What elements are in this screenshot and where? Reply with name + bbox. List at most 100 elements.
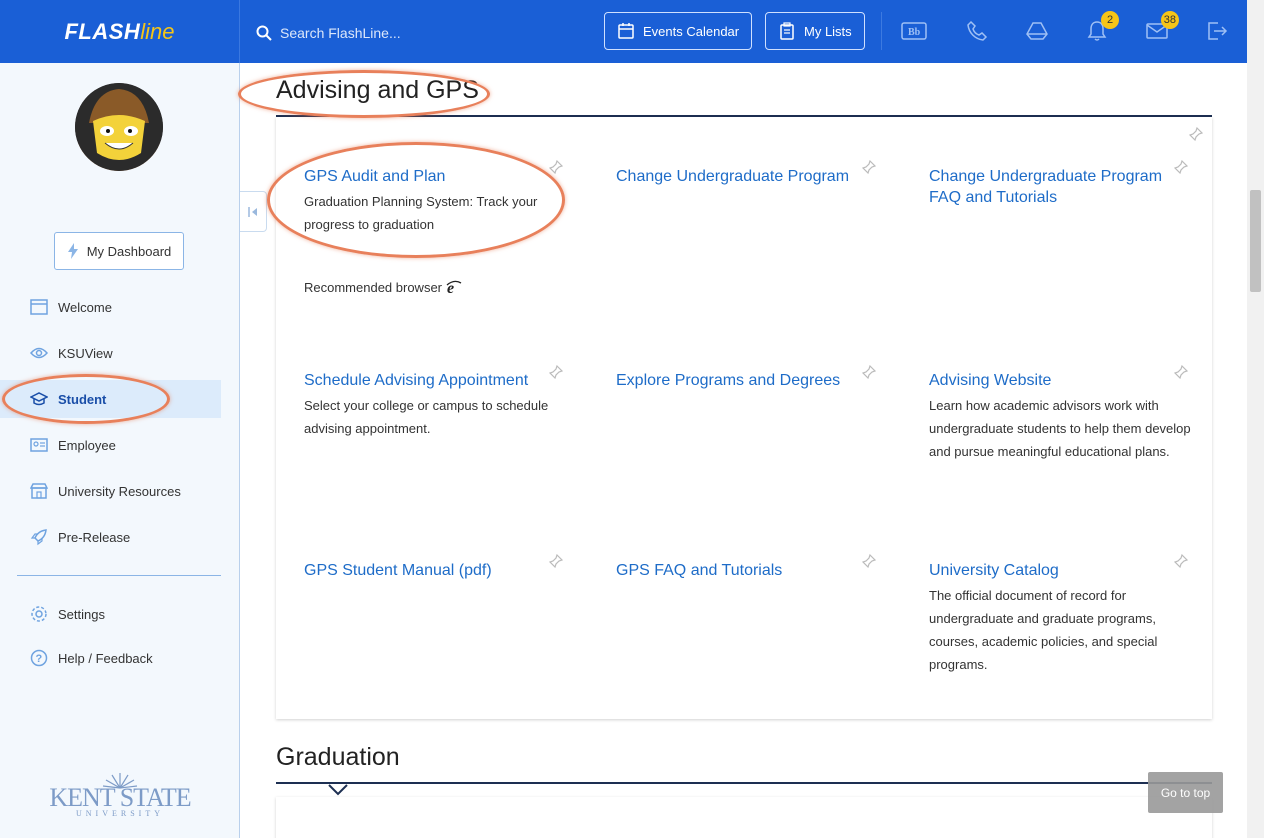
- graduation-card: [276, 797, 1212, 838]
- my-lists-label: My Lists: [804, 23, 852, 39]
- sidebar-divider: [17, 575, 221, 576]
- sidebar-item-label: Welcome: [58, 299, 112, 315]
- tile-description: Learn how academic advisors work with un…: [929, 398, 1191, 459]
- my-lists-button[interactable]: My Lists: [765, 12, 865, 50]
- go-to-top-button[interactable]: Go to top: [1148, 772, 1223, 813]
- sidebar-item-employee[interactable]: Employee: [0, 426, 221, 464]
- tile-link[interactable]: Change Undergraduate Program FAQ and Tut…: [929, 166, 1179, 208]
- sidebar-item-pre-release[interactable]: Pre-Release: [0, 518, 221, 556]
- section-divider: [276, 782, 1212, 784]
- tile-link[interactable]: Explore Programs and Degrees: [616, 370, 866, 391]
- search-input[interactable]: [280, 25, 560, 41]
- sidebar-item-ksuview[interactable]: KSUView: [0, 334, 221, 372]
- clipboard-icon: [780, 22, 794, 40]
- events-calendar-label: Events Calendar: [643, 23, 740, 39]
- flashline-logo[interactable]: FLASH line: [0, 0, 240, 63]
- brand-part2: line: [140, 18, 175, 44]
- pin-icon[interactable]: [1174, 365, 1188, 379]
- scrollbar-thumb[interactable]: [1250, 190, 1261, 292]
- sidebar-item-university-resources[interactable]: University Resources: [0, 472, 221, 510]
- pin-icon[interactable]: [862, 365, 876, 379]
- internet-explorer-icon: e: [446, 280, 462, 295]
- tile-link[interactable]: University Catalog: [929, 560, 1191, 581]
- section-title-advising: Advising and GPS: [276, 76, 479, 104]
- logout-icon[interactable]: [1203, 17, 1231, 45]
- blackboard-icon[interactable]: Bb: [900, 17, 928, 45]
- tile-link[interactable]: Change Undergraduate Program: [616, 166, 876, 187]
- browser-window-icon: [30, 299, 48, 315]
- sidebar-item-label: Help / Feedback: [58, 650, 153, 666]
- pin-icon[interactable]: [549, 365, 563, 379]
- tile-change-program: Change Undergraduate Program: [616, 166, 876, 187]
- tile-gps-manual: GPS Student Manual (pdf): [304, 560, 574, 581]
- drive-icon[interactable]: [1023, 17, 1051, 45]
- pin-icon[interactable]: [862, 554, 876, 568]
- tile-university-catalog: University Catalog The official document…: [929, 560, 1191, 676]
- tile-schedule-advising: Schedule Advising Appointment Select you…: [304, 370, 574, 440]
- notifications-bell-icon[interactable]: 2: [1083, 11, 1119, 45]
- storefront-icon: [30, 483, 48, 499]
- lightning-icon: [67, 243, 78, 259]
- calendar-icon: [618, 23, 634, 39]
- avatar[interactable]: [75, 83, 163, 171]
- sidebar-item-student[interactable]: Student: [0, 380, 221, 418]
- tile-link[interactable]: GPS Student Manual (pdf): [304, 560, 574, 581]
- tile-gps-faq: GPS FAQ and Tutorials: [616, 560, 866, 581]
- gear-icon: [31, 606, 47, 622]
- toolbar-divider: [881, 12, 882, 50]
- sidebar-item-label: Pre-Release: [58, 529, 131, 545]
- tile-description: The official document of record for unde…: [929, 588, 1158, 672]
- search-box: [256, 20, 576, 46]
- mail-icon[interactable]: 38: [1143, 11, 1179, 45]
- recommended-browser: Recommended browser e: [304, 279, 462, 295]
- tile-link[interactable]: Advising Website: [929, 370, 1191, 391]
- sidebar: My Dashboard Welcome KSUView Student Emp…: [0, 63, 240, 838]
- caret-down-icon: [328, 784, 348, 796]
- rocket-icon: [30, 529, 47, 546]
- sidebar-item-welcome[interactable]: Welcome: [0, 288, 221, 326]
- notifications-badge: 2: [1101, 11, 1119, 29]
- pin-icon[interactable]: [1189, 127, 1203, 141]
- my-dashboard-button[interactable]: My Dashboard: [54, 232, 184, 270]
- tile-link[interactable]: GPS FAQ and Tutorials: [616, 560, 866, 581]
- svg-text:?: ?: [36, 653, 43, 665]
- events-calendar-button[interactable]: Events Calendar: [604, 12, 753, 50]
- eye-icon: [30, 347, 48, 359]
- tile-advising-website: Advising Website Learn how academic advi…: [929, 370, 1191, 463]
- tile-link[interactable]: Schedule Advising Appointment: [304, 370, 574, 391]
- phone-icon[interactable]: [963, 17, 991, 45]
- pin-icon[interactable]: [549, 554, 563, 568]
- recommended-browser-label: Recommended browser: [304, 279, 443, 295]
- tile-gps-audit: GPS Audit and Plan Graduation Planning S…: [304, 166, 574, 236]
- tile-change-program-faq: Change Undergraduate Program FAQ and Tut…: [929, 166, 1179, 208]
- sidebar-item-label: Employee: [58, 437, 116, 453]
- tile-explore-programs: Explore Programs and Degrees: [616, 370, 866, 391]
- sidebar-item-settings[interactable]: Settings: [0, 595, 221, 633]
- scrollbar-track[interactable]: [1247, 0, 1264, 838]
- sidebar-item-label: Student: [58, 391, 107, 407]
- collapse-sidebar-button[interactable]: [240, 191, 267, 232]
- brand-part1: FLASH: [64, 18, 141, 44]
- sidebar-item-label: University Resources: [58, 483, 181, 499]
- sidebar-item-help-feedback[interactable]: ? Help / Feedback: [0, 639, 221, 677]
- id-card-icon: [30, 438, 48, 452]
- tile-link[interactable]: GPS Audit and Plan: [304, 166, 574, 187]
- graduation-cap-icon: [30, 392, 48, 406]
- sidebar-item-label: Settings: [58, 606, 105, 622]
- top-bar: FLASHline Events Calendar My Lists Bb 2 …: [0, 0, 1247, 63]
- my-dashboard-label: My Dashboard: [86, 243, 172, 259]
- tile-description: Select your college or campus to schedul…: [304, 398, 549, 436]
- section-title-graduation: Graduation: [276, 743, 400, 771]
- pin-icon[interactable]: [549, 160, 563, 174]
- collapse-left-icon: [248, 206, 257, 217]
- help-circle-icon: ?: [30, 649, 48, 667]
- svg-text:Bb: Bb: [908, 27, 921, 38]
- kent-state-logo: KENT STATE UNIVERSITY: [40, 771, 200, 818]
- sidebar-item-label: KSUView: [58, 345, 113, 361]
- pin-icon[interactable]: [1174, 160, 1188, 174]
- pin-icon[interactable]: [1174, 554, 1188, 568]
- search-icon: [256, 25, 272, 41]
- tile-description: Graduation Planning System: Track your p…: [304, 194, 538, 232]
- pin-icon[interactable]: [862, 160, 876, 174]
- mail-badge: 38: [1160, 11, 1179, 29]
